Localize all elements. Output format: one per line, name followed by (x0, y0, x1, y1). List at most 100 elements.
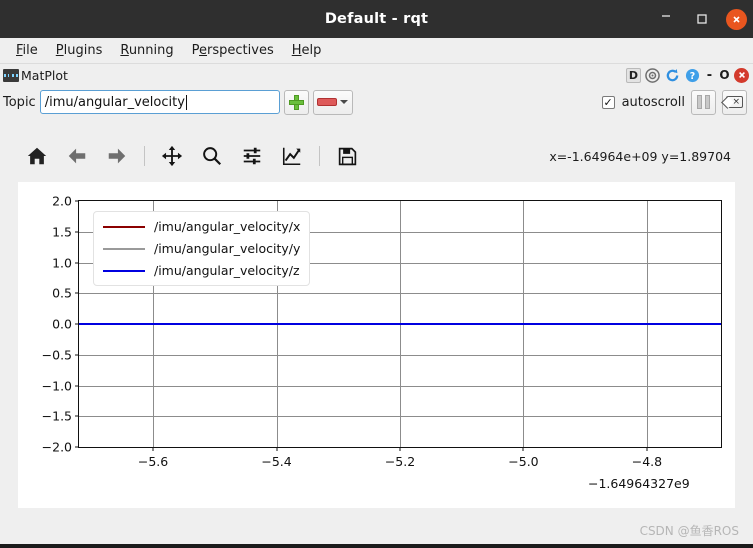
save-icon (337, 146, 358, 167)
y-tick-label: −2.0 (42, 440, 72, 455)
y-tick-mark (75, 354, 79, 355)
subplot-config-icon (241, 145, 263, 167)
text-caret (186, 95, 187, 110)
y-tick-label: −1.0 (42, 378, 72, 393)
x-tick-mark (523, 447, 524, 451)
legend-label: /imu/angular_velocity/x (154, 219, 300, 234)
legend-color-swatch (103, 270, 145, 272)
maximize-icon (696, 13, 708, 25)
zoom-button[interactable] (199, 143, 225, 169)
legend-label: /imu/angular_velocity/z (154, 263, 300, 278)
y-tick-mark (75, 416, 79, 417)
minimize-icon (660, 9, 672, 21)
menu-item-running[interactable]: Running (112, 40, 181, 61)
minimize-button[interactable] (654, 7, 678, 31)
panel-float-button[interactable]: O (718, 67, 731, 84)
title-bar: Default - rqt (0, 0, 753, 38)
edit-axis-button[interactable] (279, 143, 305, 169)
remove-topic-button[interactable] (313, 90, 353, 115)
y-tick-label: 2.0 (52, 194, 72, 209)
legend-item: /imu/angular_velocity/z (103, 263, 300, 278)
legend-item: /imu/angular_velocity/x (103, 219, 300, 234)
legend-color-swatch (103, 226, 145, 228)
window-controls (654, 0, 747, 38)
plus-icon (289, 95, 304, 110)
y-tick-mark (75, 293, 79, 294)
clear-button[interactable]: × (722, 90, 747, 115)
edit-axis-icon (281, 145, 303, 167)
plot-canvas: /imu/angular_velocity/x/imu/angular_velo… (18, 182, 735, 508)
close-icon (731, 14, 742, 25)
clear-icon: × (726, 96, 743, 108)
y-tick-label: 1.5 (52, 224, 72, 239)
back-arrow-icon (66, 145, 88, 167)
x-tick-mark (646, 447, 647, 451)
menu-item-help[interactable]: Help (284, 40, 330, 61)
x-tick-label: −5.0 (508, 454, 538, 469)
forward-arrow-icon (106, 145, 128, 167)
plugin-panel-header: MatPlot D ? (0, 64, 753, 86)
save-button[interactable] (334, 143, 360, 169)
maximize-button[interactable] (690, 7, 714, 31)
pan-button[interactable] (159, 143, 185, 169)
menu-item-plugins[interactable]: Plugins (48, 40, 111, 61)
x-tick-mark (153, 447, 154, 451)
minus-icon (317, 98, 337, 106)
gear-icon[interactable] (644, 67, 661, 84)
panel-icon-group: D ? - O (626, 64, 749, 86)
x-tick-label: −5.6 (138, 454, 168, 469)
legend-color-swatch (103, 248, 145, 250)
home-button[interactable] (24, 143, 50, 169)
y-tick-mark (75, 231, 79, 232)
dock-button[interactable]: D (626, 68, 641, 83)
y-tick-mark (75, 385, 79, 386)
add-topic-button[interactable] (284, 90, 309, 115)
svg-text:?: ? (690, 70, 695, 81)
autoscroll-checkbox[interactable]: ✓ (602, 96, 615, 109)
plot-axes[interactable]: /imu/angular_velocity/x/imu/angular_velo… (78, 200, 722, 448)
reload-glyph (665, 68, 680, 83)
y-tick-label: −0.5 (42, 347, 72, 362)
y-tick-label: 1.0 (52, 255, 72, 270)
window-title: Default - rqt (325, 11, 428, 27)
menu-item-perspectives[interactable]: Perspectives (184, 40, 282, 61)
panel-minimize-button[interactable]: - (704, 67, 715, 84)
autoscroll-label: autoscroll (622, 95, 685, 110)
bottom-edge (0, 544, 753, 548)
plot-controls: ✓ autoscroll × (602, 86, 747, 118)
menu-bar: File Plugins Running Perspectives Help (0, 38, 753, 64)
panel-close-button[interactable] (734, 68, 749, 83)
waveform-icon (3, 69, 19, 82)
legend-item: /imu/angular_velocity/y (103, 241, 300, 256)
help-glyph: ? (685, 68, 700, 83)
pause-button[interactable] (691, 90, 716, 115)
plugin-title: MatPlot (21, 68, 68, 83)
home-icon (26, 145, 48, 167)
back-button[interactable] (64, 143, 90, 169)
subplot-config-button[interactable] (239, 143, 265, 169)
close-window-button[interactable] (726, 9, 747, 30)
y-tick-mark (75, 262, 79, 263)
y-tick-label: −1.5 (42, 409, 72, 424)
pan-icon (161, 145, 183, 167)
watermark: CSDN @鱼香ROS (640, 522, 739, 539)
topic-input[interactable]: /imu/angular_velocity (40, 90, 280, 114)
toolbar-separator-2 (319, 146, 320, 166)
reload-icon[interactable] (664, 67, 681, 84)
chevron-down-icon (340, 100, 348, 104)
zoom-icon (201, 145, 223, 167)
gear-glyph (645, 68, 660, 83)
y-tick-label: 0.5 (52, 286, 72, 301)
forward-button[interactable] (104, 143, 130, 169)
y-tick-mark (75, 447, 79, 448)
x-tick-label: −4.8 (632, 454, 662, 469)
data-series-line (79, 323, 721, 325)
x-tick-mark (276, 447, 277, 451)
pause-icon (697, 95, 710, 109)
y-tick-label: 0.0 (52, 317, 72, 332)
menu-item-file[interactable]: File (8, 40, 46, 61)
panel-close-icon (737, 70, 747, 80)
help-icon[interactable]: ? (684, 67, 701, 84)
chart-legend: /imu/angular_velocity/x/imu/angular_velo… (93, 211, 310, 286)
x-axis-offset-text: −1.64964327e9 (588, 476, 690, 491)
